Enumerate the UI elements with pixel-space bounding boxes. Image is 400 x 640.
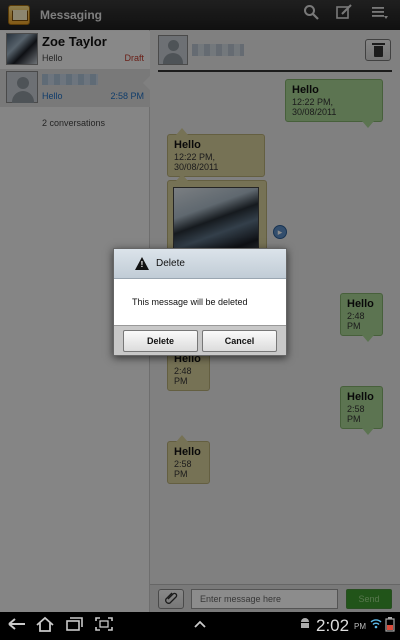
dialog-footer: Delete Cancel: [114, 325, 286, 355]
warning-icon-mark: !: [140, 260, 144, 269]
clock-ampm: PM: [354, 622, 366, 631]
delete-dialog: ! Delete This message will be deleted De…: [113, 248, 287, 356]
back-icon[interactable]: [6, 616, 28, 636]
battery-icon: [384, 616, 396, 636]
clock-time: 2:02: [316, 616, 350, 635]
cancel-button[interactable]: Cancel: [202, 330, 277, 352]
dialog-header: ! Delete: [114, 249, 286, 279]
chevron-up-icon[interactable]: [190, 616, 210, 636]
screenshot-icon[interactable]: [93, 616, 115, 636]
recent-apps-icon[interactable]: [64, 616, 86, 636]
wifi-icon: [370, 616, 382, 636]
delete-button[interactable]: Delete: [123, 330, 198, 352]
home-icon[interactable]: [34, 616, 56, 636]
android-debug-icon: [298, 616, 312, 636]
system-bar: 2:02 PM: [0, 612, 400, 640]
dialog-message: This message will be deleted: [132, 297, 248, 307]
dialog-title: Delete: [156, 258, 185, 269]
